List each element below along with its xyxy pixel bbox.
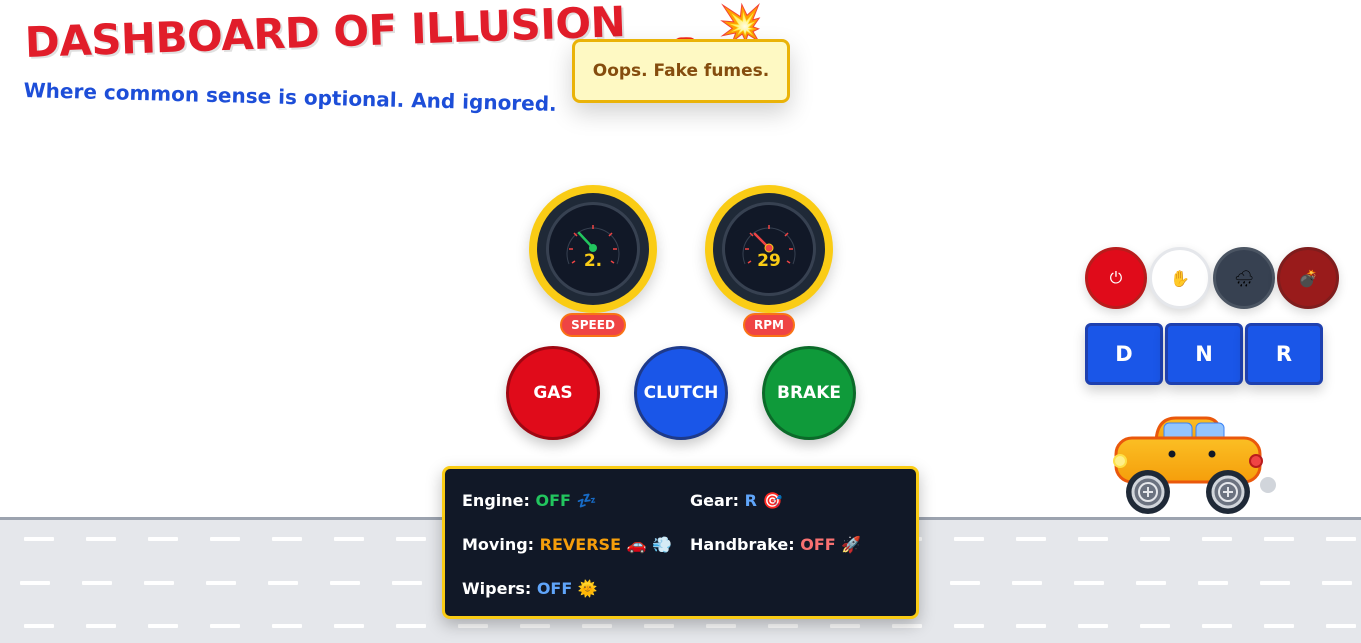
speed-label: SPEED <box>560 313 626 337</box>
speed-gauge: 2. <box>529 185 657 313</box>
lane-dash <box>1260 581 1290 585</box>
rocket-icon: 🚀 <box>841 535 862 554</box>
engine-label: Engine: <box>462 491 530 510</box>
explosion-emoji-icon: 💥 <box>718 3 763 44</box>
handbrake-label: Handbrake: <box>690 535 795 554</box>
lane-dash <box>1322 581 1352 585</box>
lane-dash <box>24 624 54 628</box>
lane-dash <box>1202 624 1232 628</box>
rpm-label: RPM <box>743 313 795 337</box>
gear-reverse-button[interactable]: R <box>1245 323 1323 385</box>
wipers-value: OFF <box>536 579 573 598</box>
gear-status: Gear: R 🎯 <box>690 491 782 510</box>
lane-dash <box>268 581 298 585</box>
lane-dash <box>272 537 302 541</box>
gas-pedal-button[interactable]: GAS <box>506 346 600 440</box>
lane-dash <box>330 581 360 585</box>
lane-dash <box>82 581 112 585</box>
lane-dash <box>644 624 674 628</box>
lane-dash <box>1140 537 1170 541</box>
handbrake-status: Handbrake: OFF 🚀 <box>690 535 861 554</box>
moving-value: REVERSE <box>539 535 621 554</box>
lane-dash <box>392 581 422 585</box>
lane-dash <box>86 537 116 541</box>
gear-label: Gear: <box>690 491 740 510</box>
hand-icon: ✋ <box>1170 268 1190 288</box>
lane-dash <box>954 624 984 628</box>
lane-dash <box>206 581 236 585</box>
lane-dash <box>1198 581 1228 585</box>
lane-dash <box>334 537 364 541</box>
engine-status: Engine: OFF 💤 <box>462 491 596 510</box>
bomb-icon: 💣 <box>1298 268 1318 288</box>
gear-value: R <box>744 491 757 510</box>
lane-dash <box>520 624 550 628</box>
lane-dash <box>1202 537 1232 541</box>
lane-dash <box>582 624 612 628</box>
lane-dash <box>1326 624 1356 628</box>
lane-dash <box>144 581 174 585</box>
sun-icon: 🌞 <box>577 579 598 598</box>
wiper-button[interactable]: 🌧 <box>1213 247 1275 309</box>
lane-dash <box>272 624 302 628</box>
rpm-gauge: 29 <box>705 185 833 313</box>
lane-dash <box>458 624 488 628</box>
horn-button[interactable]: 💣 <box>1277 247 1339 309</box>
lane-dash <box>1016 537 1046 541</box>
lane-dash <box>148 624 178 628</box>
lane-dash <box>954 537 984 541</box>
lane-dash <box>210 537 240 541</box>
handbrake-button[interactable]: ✋ <box>1149 247 1211 309</box>
lane-dash <box>20 581 50 585</box>
status-panel: Engine: OFF 💤 Gear: R 🎯 Moving: REVERSE … <box>442 466 919 619</box>
power-icon: ⏻ <box>1109 268 1123 287</box>
speed-value: 2. <box>583 251 603 271</box>
lane-dash <box>24 537 54 541</box>
gear-neutral-button[interactable]: N <box>1165 323 1243 385</box>
toast-message: Oops. Fake fumes. <box>572 39 790 103</box>
lane-dash <box>1012 581 1042 585</box>
lane-dash <box>706 624 736 628</box>
lane-dash <box>334 624 364 628</box>
lane-dash <box>210 624 240 628</box>
handbrake-value: OFF <box>800 535 836 554</box>
rpm-value: 29 <box>757 251 781 271</box>
engine-value: OFF <box>535 491 571 510</box>
lane-dash <box>1074 581 1104 585</box>
lane-dash <box>830 624 860 628</box>
target-icon: 🎯 <box>762 491 783 510</box>
page-title: DASHBOARD OF ILLUSION <box>24 0 627 67</box>
lane-dash <box>1326 537 1356 541</box>
lane-dash <box>950 581 980 585</box>
lane-dash <box>396 624 426 628</box>
wipers-status: Wipers: OFF 🌞 <box>462 579 598 598</box>
lane-dash <box>1140 624 1170 628</box>
wipers-label: Wipers: <box>462 579 532 598</box>
gear-drive-button[interactable]: D <box>1085 323 1163 385</box>
moving-label: Moving: <box>462 535 535 554</box>
car-graphic <box>1113 416 1276 514</box>
lane-dash <box>86 624 116 628</box>
lane-dash <box>892 624 922 628</box>
rpm-gauge-needle-graphic <box>742 225 796 265</box>
speed-gauge-needle-graphic <box>566 225 620 265</box>
power-button[interactable]: ⏻ <box>1085 247 1147 309</box>
sleep-icon: 💤 <box>576 491 597 510</box>
moving-status: Moving: REVERSE 🚗 💨 <box>462 535 672 554</box>
brake-pedal-button[interactable]: BRAKE <box>762 346 856 440</box>
lane-dash <box>1264 624 1294 628</box>
lane-dash <box>1264 537 1294 541</box>
clutch-pedal-button[interactable]: CLUTCH <box>634 346 728 440</box>
lane-dash <box>1016 624 1046 628</box>
page-subtitle: Where common sense is optional. And igno… <box>23 78 558 116</box>
car-dash-icon: 🚗 💨 <box>626 535 672 554</box>
lane-dash <box>1078 537 1108 541</box>
rain-cloud-icon: 🌧 <box>1233 268 1255 288</box>
lane-dash <box>148 537 178 541</box>
lane-dash <box>768 624 798 628</box>
lane-dash <box>396 537 426 541</box>
lane-dash <box>1078 624 1108 628</box>
lane-dash <box>1136 581 1166 585</box>
